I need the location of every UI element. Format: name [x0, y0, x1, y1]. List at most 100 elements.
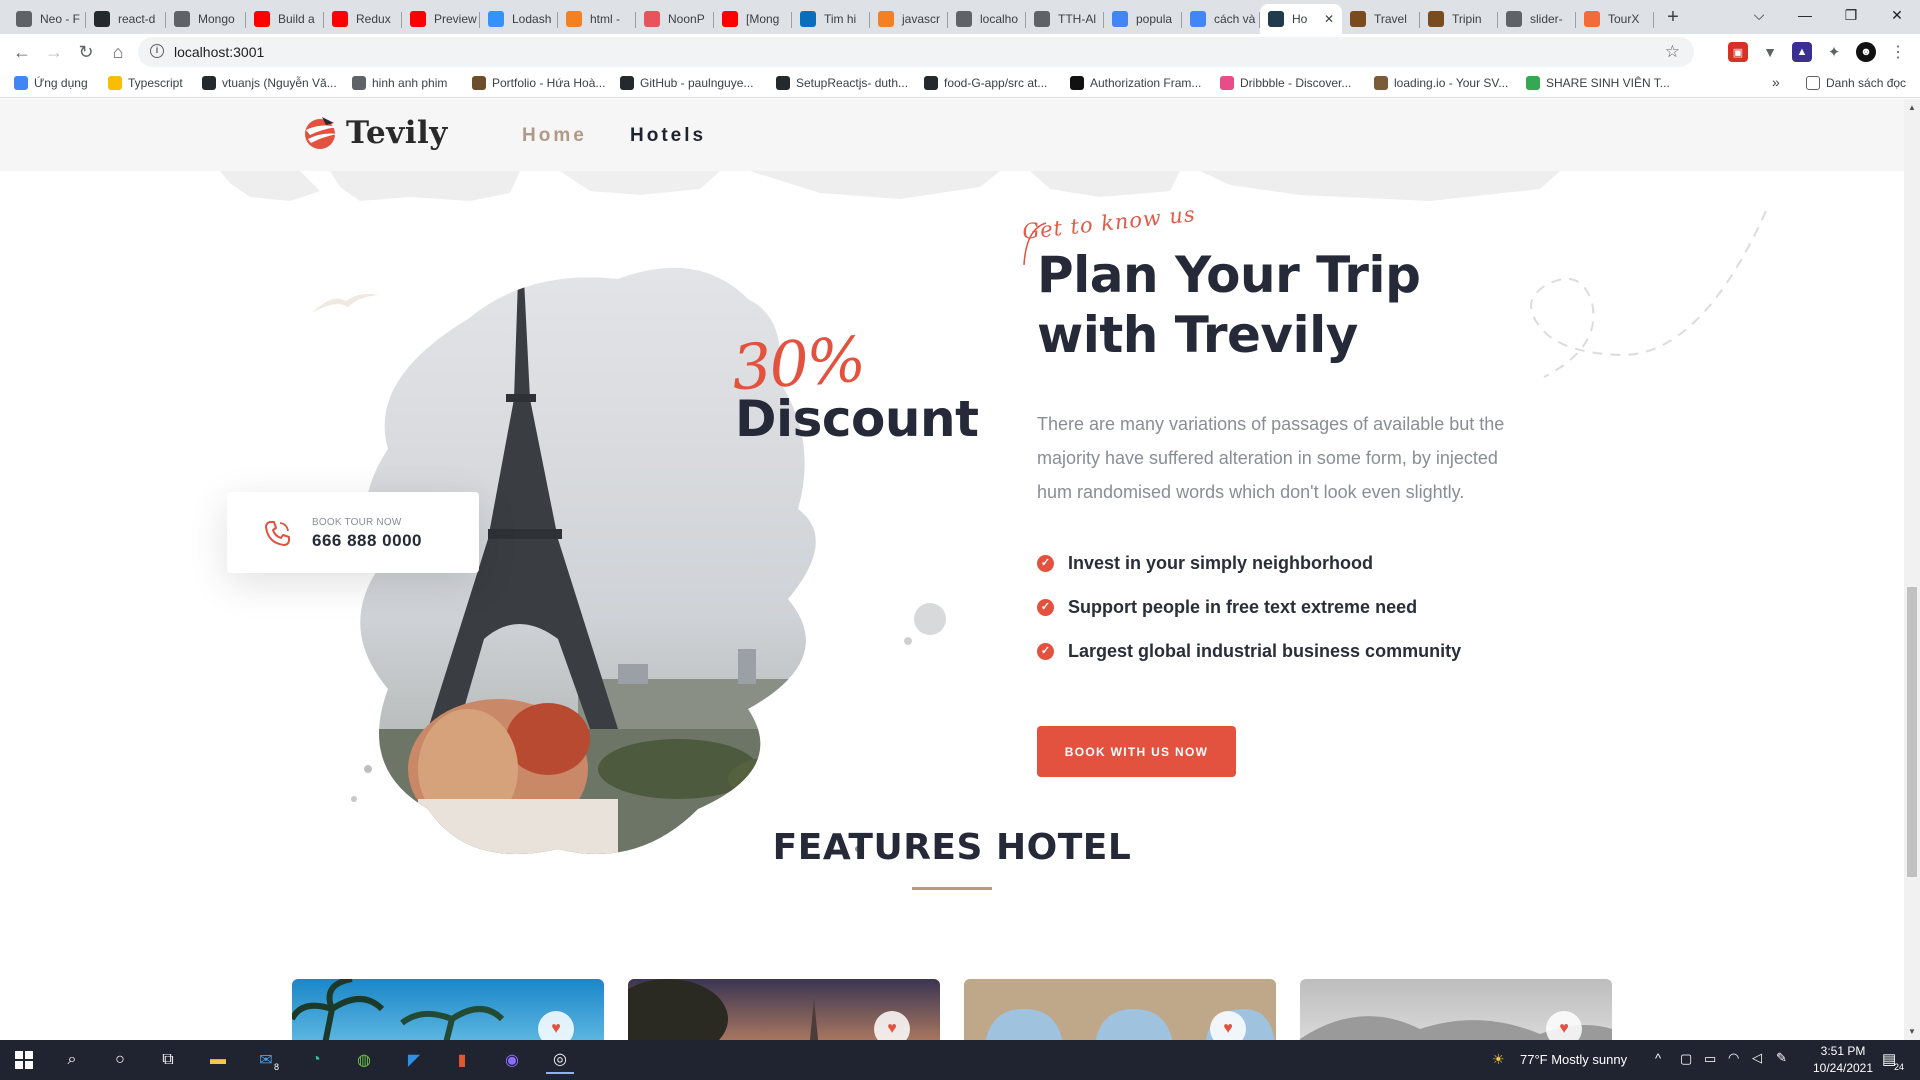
- clock-time[interactable]: 3:51 PM: [1808, 1044, 1878, 1058]
- meet-now-icon[interactable]: ▢: [1680, 1051, 1692, 1067]
- tab-favicon-icon: [956, 11, 972, 27]
- office-icon[interactable]: ▮: [448, 1046, 476, 1074]
- reload-icon[interactable]: ↻: [74, 40, 98, 64]
- favorite-heart-icon[interactable]: ♥: [1210, 1011, 1246, 1040]
- browser-tab[interactable]: Lodash: [480, 4, 558, 34]
- hotel-card-4[interactable]: ♥: [1300, 979, 1612, 1040]
- bookmark-item[interactable]: Typescript: [108, 76, 183, 90]
- edge-icon[interactable]: ◔: [302, 1046, 330, 1074]
- browser-tab[interactable]: Mongo: [166, 4, 246, 34]
- bookmark-item[interactable]: GitHub - paulnguye...: [620, 76, 753, 90]
- tab-search-icon[interactable]: ⌵: [1736, 0, 1782, 30]
- tab-favicon-icon: [1112, 11, 1128, 27]
- browser-tab[interactable]: slider-: [1498, 4, 1576, 34]
- extension-1-icon[interactable]: ▣: [1728, 42, 1748, 62]
- bookmark-item[interactable]: Ứng dụng: [14, 76, 88, 90]
- hotel-card-1[interactable]: ♥: [292, 979, 604, 1040]
- bookmark-item[interactable]: food-G-app/src at...: [924, 76, 1047, 90]
- clock-date[interactable]: 10/24/2021: [1808, 1061, 1878, 1075]
- bookmark-item[interactable]: hinh anh phim: [352, 76, 447, 90]
- logo-plane-icon: [304, 115, 340, 151]
- nav-home-link[interactable]: Home: [522, 125, 587, 147]
- browser-tab[interactable]: Build a: [246, 4, 324, 34]
- browser-tab[interactable]: react-d: [86, 4, 166, 34]
- minimize-button[interactable]: —: [1782, 0, 1828, 30]
- profile-avatar[interactable]: ☻: [1856, 42, 1876, 62]
- volume-icon[interactable]: ◁: [1752, 1050, 1762, 1066]
- extensions-puzzle-icon[interactable]: ✦: [1824, 42, 1844, 62]
- bookmark-item[interactable]: vtuanjs (Nguyễn Vă...: [202, 76, 337, 90]
- pen-icon[interactable]: ✎: [1776, 1050, 1787, 1066]
- messenger-icon[interactable]: ◉: [498, 1046, 526, 1074]
- page-scrollbar[interactable]: ▲ ▼: [1904, 99, 1920, 1040]
- wifi-icon[interactable]: ◠: [1728, 1050, 1739, 1066]
- hotel-card-2[interactable]: ♥: [628, 979, 940, 1040]
- checklist-text: Support people in free text extreme need: [1068, 596, 1418, 617]
- home-icon[interactable]: ⌂: [106, 40, 130, 64]
- browser-tab[interactable]: localho: [948, 4, 1026, 34]
- vscode-icon[interactable]: ◤: [400, 1046, 428, 1074]
- browser-tab[interactable]: cách và: [1182, 4, 1260, 34]
- scrollbar-thumb[interactable]: [1907, 587, 1917, 877]
- chrome-icon[interactable]: ◎: [546, 1046, 574, 1074]
- bookmarks-overflow-button[interactable]: »: [1772, 74, 1780, 90]
- weather-text[interactable]: 77°F Mostly sunny: [1520, 1052, 1627, 1067]
- browser-tab[interactable]: TTH-Al: [1026, 4, 1104, 34]
- browser-tab[interactable]: Tim hi: [792, 4, 870, 34]
- browser-tab[interactable]: javascr: [870, 4, 948, 34]
- site-logo[interactable]: Tevily: [304, 115, 448, 151]
- favorite-heart-icon[interactable]: ♥: [874, 1011, 910, 1040]
- battery-icon[interactable]: ▭: [1704, 1051, 1716, 1067]
- scroll-down-icon[interactable]: ▼: [1908, 1027, 1916, 1036]
- hotel-card-3[interactable]: ♥: [964, 979, 1276, 1040]
- nav-hotels-link[interactable]: Hotels: [630, 125, 706, 147]
- tab-favicon-icon: [1268, 11, 1284, 27]
- book-tour-card[interactable]: BOOK TOUR NOW 666 888 0000: [227, 492, 479, 573]
- back-icon[interactable]: ←: [10, 40, 34, 64]
- browser-tab[interactable]: popula: [1104, 4, 1182, 34]
- browser-tab[interactable]: Travel: [1342, 4, 1420, 34]
- browser-tab[interactable]: Neo - F: [8, 4, 86, 34]
- browser-tab[interactable]: Redux: [324, 4, 402, 34]
- close-tab-icon[interactable]: ✕: [1324, 12, 1334, 26]
- windows-start-icon[interactable]: [10, 1046, 38, 1074]
- book-with-us-button[interactable]: BOOK WITH US NOW: [1037, 726, 1236, 777]
- tray-overflow-icon[interactable]: ^: [1655, 1051, 1661, 1066]
- scroll-up-icon[interactable]: ▲: [1908, 103, 1916, 112]
- browser-tab[interactable]: TourX: [1576, 4, 1654, 34]
- favorite-heart-icon[interactable]: ♥: [1546, 1011, 1582, 1040]
- browser-tab[interactable]: [Mong: [714, 4, 792, 34]
- bookmark-item[interactable]: Dribbble - Discover...: [1220, 76, 1351, 90]
- favorite-heart-icon[interactable]: ♥: [538, 1011, 574, 1040]
- close-window-button[interactable]: ✕: [1874, 0, 1920, 30]
- browser-tab[interactable]: Preview: [402, 4, 480, 34]
- cortana-icon[interactable]: ○: [106, 1046, 134, 1074]
- tab-title: popula: [1136, 12, 1173, 26]
- bookmark-star-icon[interactable]: ☆: [1665, 42, 1680, 62]
- chrome-menu-icon[interactable]: ⋮: [1888, 42, 1908, 62]
- book-tour-phone[interactable]: 666 888 0000: [312, 531, 422, 551]
- git-client-icon[interactable]: ◍: [350, 1046, 378, 1074]
- address-bar[interactable]: i localhost:3001 ☆: [138, 37, 1694, 67]
- extension-3-icon[interactable]: ▲: [1792, 42, 1812, 62]
- bookmark-item[interactable]: Authorization Fram...: [1070, 76, 1201, 90]
- bookmark-item[interactable]: SetupReactjs- duth...: [776, 76, 908, 90]
- bookmark-item[interactable]: loading.io - Your SV...: [1374, 76, 1508, 90]
- browser-tab[interactable]: NoonP: [636, 4, 714, 34]
- new-tab-button[interactable]: +: [1662, 6, 1684, 28]
- browser-tab[interactable]: Ho ✕: [1260, 4, 1342, 34]
- bookmark-item[interactable]: SHARE SINH VIÊN T...: [1526, 76, 1670, 90]
- browser-tab[interactable]: Tripin: [1420, 4, 1498, 34]
- file-explorer-icon[interactable]: ▬: [204, 1046, 232, 1074]
- task-view-icon[interactable]: ⧉: [154, 1046, 182, 1074]
- restore-button[interactable]: ❐: [1828, 0, 1874, 30]
- url-text[interactable]: localhost:3001: [174, 44, 264, 60]
- site-info-icon[interactable]: i: [150, 44, 164, 58]
- forward-icon[interactable]: →: [42, 40, 66, 64]
- browser-tab[interactable]: html -: [558, 4, 636, 34]
- extension-2-icon[interactable]: ▼: [1760, 42, 1780, 62]
- reading-list-button[interactable]: Danh sách đọc: [1806, 76, 1906, 90]
- bookmark-item[interactable]: Portfolio - Hứa Hoà...: [472, 76, 605, 90]
- search-icon[interactable]: ⌕: [58, 1046, 86, 1074]
- weather-icon[interactable]: ☀: [1492, 1051, 1505, 1068]
